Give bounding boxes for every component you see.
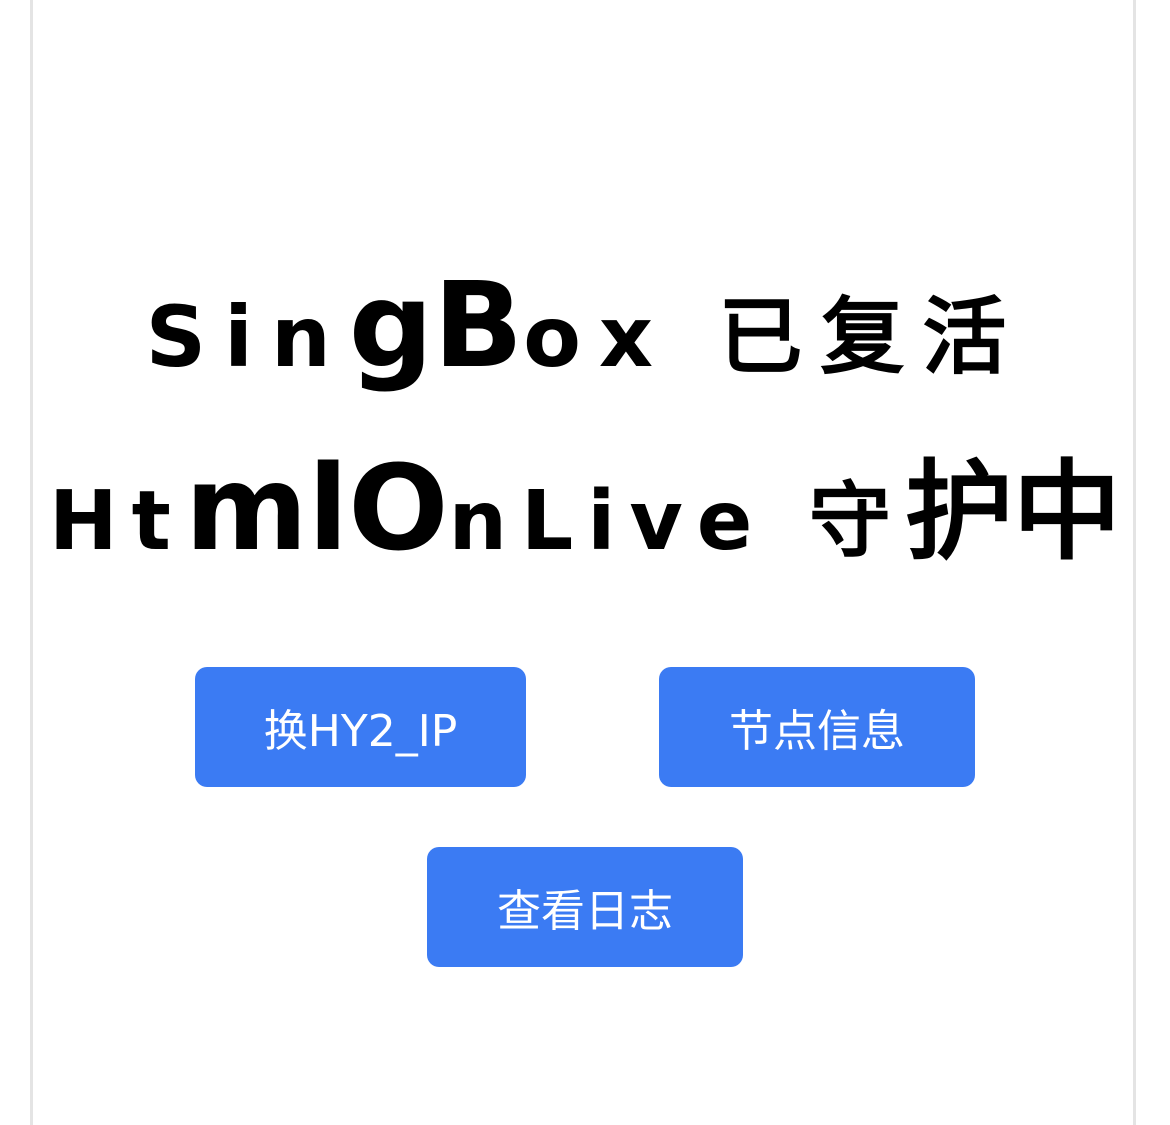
change-hy2-ip-button[interactable]: 换HY2_IP <box>195 667 526 787</box>
headline-line-2-part-c: nLive 守 <box>448 474 905 569</box>
headline-line-2-part-d: 护中 <box>904 450 1121 575</box>
headline-line-1-part-b: gB <box>348 256 524 394</box>
view-logs-button[interactable]: 查看日志 <box>427 847 743 967</box>
node-info-button[interactable]: 节点信息 <box>659 667 975 787</box>
headline-line-1-part-a: Sin <box>145 288 349 386</box>
headline-line-2-part-a: Ht <box>49 474 185 569</box>
headline-line-1: SingBox 已复活 <box>0 266 1170 392</box>
headline-line-2-part-b: mlO <box>184 439 449 577</box>
headline-line-2: HtmlOnLive 守护中 <box>0 448 1170 582</box>
headline-line-1-part-c: ox 已复活 <box>523 288 1025 386</box>
